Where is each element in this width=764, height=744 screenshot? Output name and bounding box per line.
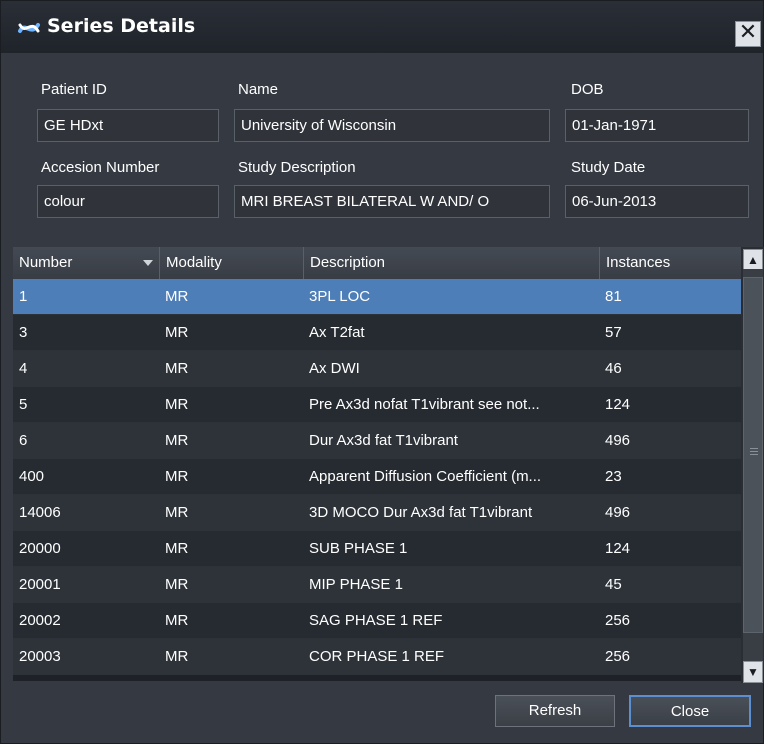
name-label: Name [238,81,279,98]
refresh-button[interactable]: Refresh [495,695,615,727]
cell-description: SUB PHASE 1 [309,540,408,557]
cell-description: Pre Ax3d nofat T1vibrant see not... [309,396,540,413]
table-row[interactable]: 5 MR Pre Ax3d nofat T1vibrant see not... 12… [13,387,741,423]
cell-number: 1 [19,288,28,305]
study-date-label: Study Date [571,159,646,176]
patient-id-field[interactable]: GE HDxt [37,109,219,142]
table-row[interactable]: 20003 MR COR PHASE 1 REF 256 [13,639,741,675]
cell-modality: MR [165,432,189,449]
cell-number: 20000 [19,540,61,557]
scroll-track[interactable] [743,269,763,661]
cell-description: 3PL LOC [309,288,371,305]
name-field[interactable]: University of Wisconsin [234,109,550,142]
cell-description: 3D MOCO Dur Ax3d fat T1vibrant [309,504,533,521]
cell-modality: MR [165,288,189,305]
cell-number: 6 [19,432,28,449]
cell-number: 5 [19,396,28,413]
cell-instances: 496 [605,504,631,521]
scroll-up-button[interactable]: ▲ [743,249,763,271]
title-bar[interactable]: Series Details ✕ [1,1,763,53]
column-header-number-label: Number [19,254,73,271]
cell-instances: 256 [605,612,631,629]
grip-icon [750,448,758,449]
table-row[interactable]: 20000 MR SUB PHASE 1 124 [13,531,741,567]
series-table: Number Modality Description Instances 1 M… [13,247,764,683]
cell-instances: 496 [605,432,631,449]
cell-instances: 256 [605,648,631,665]
table-body: 1 MR 3PL LOC 81 3 MR Ax T2fat 57 4 MR Ax DWI 46 5 MR P… [13,279,741,683]
study-description-field[interactable]: MRI BREAST BILATERAL W AND/ O [234,185,550,218]
table-row[interactable]: 20002 MR SAG PHASE 1 REF 256 [13,603,741,639]
window-title: Series Details [47,15,196,37]
cell-modality: MR [165,396,189,413]
close-window-button[interactable]: ✕ [735,21,761,47]
patient-info-panel: Patient ID GE HDxt Name University of Wi… [1,53,763,233]
cell-modality: MR [165,612,189,629]
cell-number: 4 [19,360,28,377]
table-row[interactable]: 400 MR Apparent Diffusion Coefficient (m..… [13,459,741,495]
cell-modality: MR [165,468,189,485]
cell-modality: MR [165,324,189,341]
cell-description: SAG PHASE 1 REF [309,612,443,629]
accession-label: Accesion Number [41,159,160,176]
table-row[interactable]: 20001 MR MIP PHASE 1 45 [13,567,741,603]
cell-modality: MR [165,360,189,377]
cell-instances: 124 [605,396,631,413]
series-details-dialog: Series Details ✕ Patient ID GE HDxt Name… [0,0,764,744]
scroll-thumb[interactable] [743,277,763,633]
cell-number: 14006 [19,504,61,521]
scroll-down-button[interactable]: ▼ [743,661,763,683]
close-button[interactable]: Close [629,695,751,727]
cell-number: 20002 [19,612,61,629]
table-header: Number Modality Description Instances [13,247,741,280]
cell-instances: 124 [605,540,631,557]
dob-label: DOB [571,81,604,98]
cell-instances: 57 [605,324,622,341]
cell-description: Ax T2fat [309,324,365,341]
column-header-description[interactable]: Description [303,247,599,279]
dob-field[interactable]: 01-Jan-1971 [565,109,749,142]
table-row[interactable]: 14006 MR 3D MOCO Dur Ax3d fat T1vibrant 496 [13,495,741,531]
cell-number: 20001 [19,576,61,593]
cell-modality: MR [165,540,189,557]
table-row[interactable]: 6 MR Dur Ax3d fat T1vibrant 496 [13,423,741,459]
cell-description: COR PHASE 1 REF [309,648,445,665]
cell-number: 400 [19,468,45,485]
cell-modality: MR [165,576,189,593]
cell-instances: 45 [605,576,622,593]
cell-description: MIP PHASE 1 [309,576,403,593]
cell-number: 20003 [19,648,61,665]
cell-modality: MR [165,648,189,665]
accession-field[interactable]: colour [37,185,219,218]
column-header-modality[interactable]: Modality [159,247,303,279]
cell-instances: 81 [605,288,622,305]
cell-instances: 46 [605,360,622,377]
cell-number: 3 [19,324,28,341]
cell-instances: 23 [605,468,622,485]
cell-description: Apparent Diffusion Coefficient (m... [309,468,542,485]
cell-modality: MR [165,504,189,521]
cell-description: Ax DWI [309,360,360,377]
column-header-number[interactable]: Number [13,247,159,279]
study-date-field[interactable]: 06-Jun-2013 [565,185,749,218]
table-row[interactable]: 3 MR Ax T2fat 57 [13,315,741,351]
table-row[interactable]: 4 MR Ax DWI 46 [13,351,741,387]
vertical-scrollbar[interactable]: ▲ ▼ [741,247,764,683]
column-header-instances[interactable]: Instances [599,247,741,279]
dna-helix-icon [17,17,41,39]
patient-id-label: Patient ID [41,81,107,98]
cell-description: Dur Ax3d fat T1vibrant [309,432,458,449]
study-description-label: Study Description [238,159,356,176]
sort-descending-icon [143,260,153,266]
table-row[interactable]: 1 MR 3PL LOC 81 [13,279,741,315]
